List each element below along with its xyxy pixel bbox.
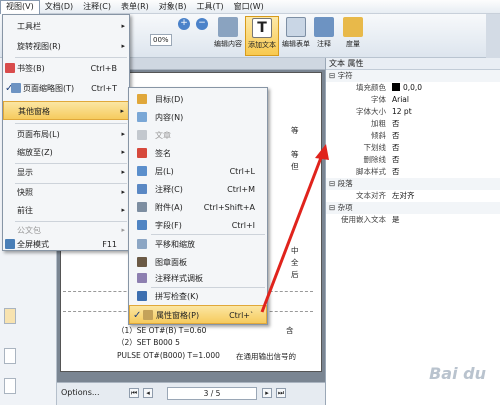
annotation-arrow <box>260 144 329 313</box>
